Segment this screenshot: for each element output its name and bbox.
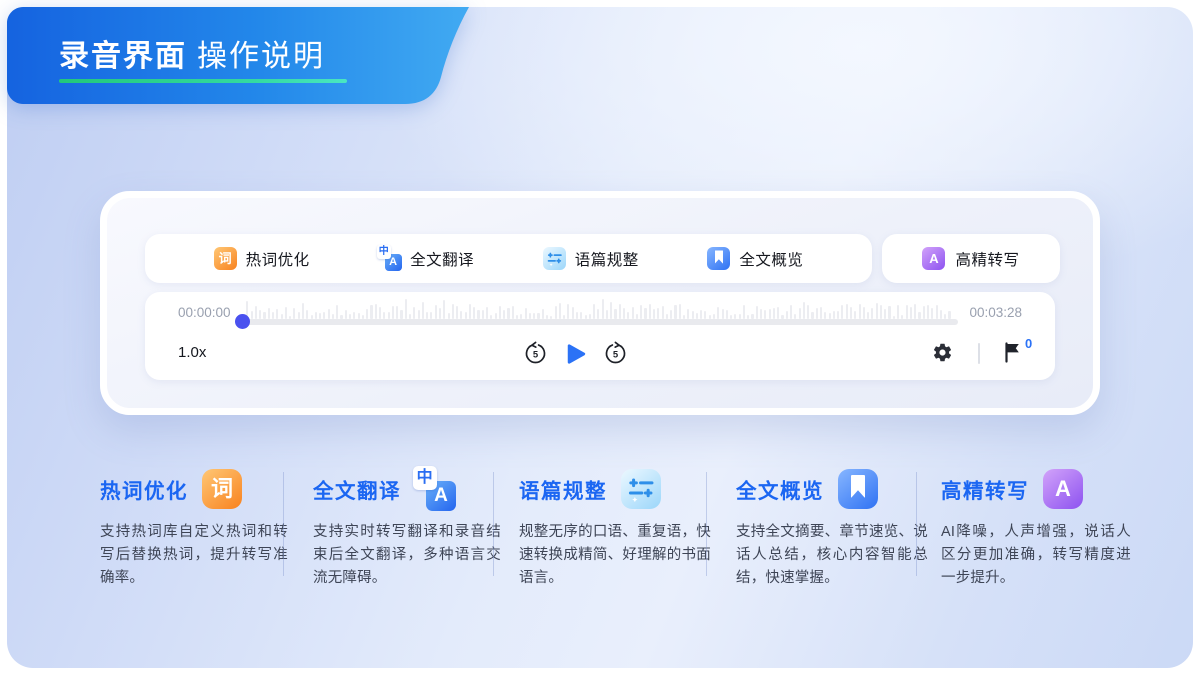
- column-divider: [493, 472, 494, 576]
- bookmark-glyph: [851, 475, 865, 498]
- feature-title: 语篇规整: [519, 474, 607, 504]
- settings-button[interactable]: [932, 342, 953, 363]
- tab-label: 全文概览: [739, 248, 803, 270]
- feature-translate: 全文翻译 中 A 支持实时转写翻译和录音结束后全文翻译，多种语言交流无障碍。: [313, 468, 501, 590]
- current-time: 00:00:00: [178, 305, 231, 320]
- column-divider: [283, 472, 284, 576]
- feature-hotword: 热词优化 词 支持热词库自定义热词和转写后替换热词，提升转写准确率。: [100, 468, 288, 590]
- feature-description: 规整无序的口语、重复语，快速转换成精简、好理解的书面语言。: [519, 521, 711, 590]
- high-precision-icon: A: [922, 247, 945, 270]
- tab-hotword[interactable]: 词 热词优化: [214, 247, 310, 270]
- overview-bookmark-icon: [838, 469, 878, 509]
- feature-title: 热词优化: [100, 474, 188, 504]
- flag-icon: [1001, 340, 1023, 364]
- feature-title: 全文概览: [736, 474, 824, 504]
- tab-translate[interactable]: 中 A 全文翻译: [378, 247, 474, 270]
- feature-description: 支持全文摘要、章节速览、说话人总结，核心内容智能总结，快速掌握。: [736, 521, 928, 590]
- progress-track[interactable]: [242, 319, 958, 325]
- page-title-rest: 操作说明: [197, 40, 325, 73]
- tab-high-precision[interactable]: A 高精转写: [882, 234, 1060, 283]
- bookmark-glyph: [715, 250, 723, 263]
- hotword-glyph: 词: [219, 252, 232, 265]
- regularize-glyph: [546, 250, 563, 267]
- controls-divider: [978, 343, 980, 364]
- feature-high-precision: 高精转写 A AI降噪，人声增强，说话人区分更加准确，转写精度进一步提升。: [941, 468, 1131, 590]
- column-divider: [706, 472, 707, 576]
- tab-regularize[interactable]: 语篇规整: [543, 247, 639, 270]
- page-root: 录音界面操作说明 词 热词优化 中 A 全文翻译: [0, 0, 1200, 675]
- icon-flap: [1072, 474, 1088, 504]
- flag-count: 0: [1025, 336, 1032, 351]
- feature-heading: 全文翻译 中 A: [313, 468, 501, 510]
- hotword-icon: 词: [202, 469, 242, 509]
- tab-overview[interactable]: 全文概览: [707, 247, 803, 270]
- feature-description: 支持热词库自定义热词和转写后替换热词，提升转写准确率。: [100, 521, 288, 590]
- column-divider: [916, 472, 917, 576]
- svg-text:5: 5: [533, 349, 539, 360]
- transcribe-glyph: A: [929, 252, 938, 265]
- forward-5s-button[interactable]: 5: [603, 341, 628, 366]
- feature-heading: 热词优化 词: [100, 468, 288, 510]
- rewind-5s-icon: 5: [523, 341, 548, 366]
- feature-overview: 全文概览 支持全文摘要、章节速览、说话人总结，核心内容智能总结，快速掌握。: [736, 468, 928, 590]
- page-title-strong: 录音界面: [59, 40, 187, 73]
- feature-title: 高精转写: [941, 474, 1029, 504]
- forward-5s-icon: 5: [603, 341, 628, 366]
- regularize-icon: [543, 247, 566, 270]
- progress-knob[interactable]: [235, 314, 250, 329]
- icon-flap: [940, 250, 949, 267]
- overview-bookmark-icon: [707, 247, 730, 270]
- feature-title: 全文翻译: [313, 474, 401, 504]
- tab-label: 语篇规整: [575, 248, 639, 270]
- high-precision-icon: A: [1043, 469, 1083, 509]
- rewind-5s-button[interactable]: 5: [523, 341, 548, 366]
- playback-speed-button[interactable]: 1.0x: [178, 344, 206, 361]
- feature-regularize: 语篇规整 规整无序的口语、重复语，快速转换成精简、好理解的书面语言。: [519, 468, 711, 590]
- hotword-glyph: 词: [211, 478, 233, 500]
- feature-heading: 语篇规整: [519, 468, 711, 510]
- regularize-icon: [621, 469, 661, 509]
- transcribe-glyph: A: [1055, 478, 1071, 500]
- feature-heading: 全文概览: [736, 468, 928, 510]
- feature-description: 支持实时转写翻译和录音结束后全文翻译，多种语言交流无障碍。: [313, 521, 501, 590]
- translate-icon: 中 A: [415, 469, 455, 509]
- regularize-glyph: [626, 474, 656, 504]
- icon-flap: [231, 474, 247, 504]
- translate-zh-glyph: 中: [413, 466, 437, 490]
- player-bar: 00:00:00 00:03:28 1.0x 5: [145, 292, 1055, 380]
- hotword-icon: 词: [214, 247, 237, 270]
- icon-flap: [232, 250, 241, 267]
- tab-label: 热词优化: [246, 248, 310, 270]
- flag-marker-button[interactable]: 0: [1001, 340, 1032, 364]
- translate-icon: 中 A: [378, 247, 401, 270]
- play-button[interactable]: [565, 343, 587, 365]
- gear-icon: [932, 342, 953, 363]
- feature-tabbar: 词 热词优化 中 A 全文翻译 语篇规整: [145, 234, 872, 283]
- title-underline: [59, 79, 347, 83]
- tab-label: 高精转写: [955, 248, 1019, 270]
- page-title: 录音界面操作说明: [59, 31, 325, 75]
- feature-description: AI降噪，人声增强，说话人区分更加准确，转写精度进一步提升。: [941, 521, 1131, 590]
- play-icon: [565, 343, 587, 365]
- waveform[interactable]: [242, 297, 958, 319]
- header-banner: 录音界面操作说明: [7, 7, 477, 104]
- feature-heading: 高精转写 A: [941, 468, 1131, 510]
- icon-flap: [867, 474, 883, 504]
- translate-zh-glyph: 中: [377, 245, 391, 259]
- svg-text:5: 5: [613, 349, 619, 360]
- total-time: 00:03:28: [969, 305, 1022, 320]
- tab-label: 全文翻译: [410, 248, 474, 270]
- icon-flap: [725, 250, 734, 267]
